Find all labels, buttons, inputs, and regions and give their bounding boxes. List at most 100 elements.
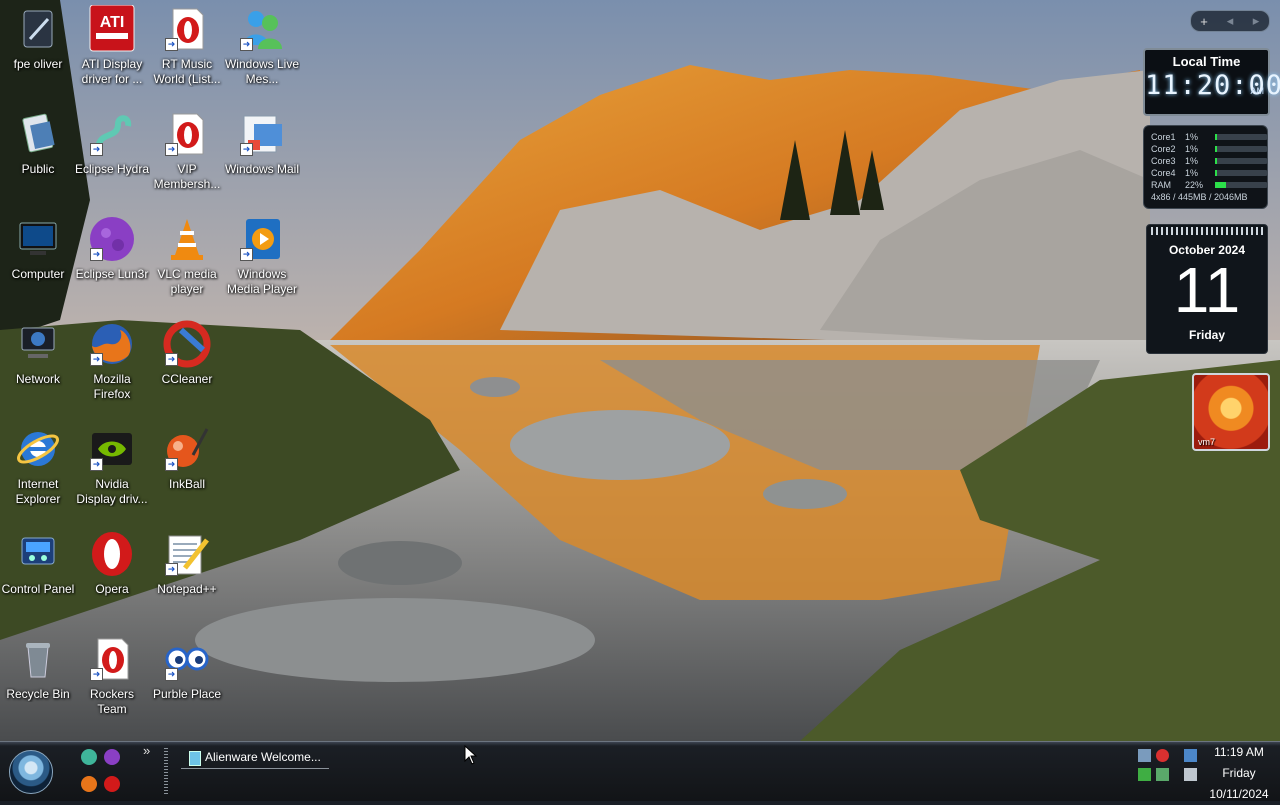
add-gadget-button[interactable]: + — [1194, 14, 1214, 29]
cpu-row-core2: Core2 1% — [1151, 144, 1267, 155]
taskbar-window-button[interactable]: Alienware Welcome... — [181, 745, 329, 769]
desktop-icon-ccleaner[interactable]: ➜ CCleaner — [149, 320, 225, 387]
desktop-icon-purble-place[interactable]: ➜ Purble Place — [149, 635, 225, 702]
taskbar-weekday: Friday — [1222, 766, 1256, 780]
desktop-icon-vlc-media-player[interactable]: VLC media player — [149, 215, 225, 297]
shortcut-arrow-icon: ➜ — [165, 458, 178, 471]
inkball-icon: ➜ — [163, 425, 211, 473]
cpu-row-percent: 1% — [1185, 144, 1199, 154]
desktop-icon-vip-membership[interactable]: ➜ VIP Membersh... — [149, 110, 225, 192]
slideshow-gadget[interactable]: vm7 — [1192, 373, 1270, 451]
update-tray-icon[interactable] — [1138, 768, 1151, 781]
desktop-icon-label: Control Panel — [1, 582, 75, 596]
cpu-row-bar-fill — [1215, 134, 1218, 140]
desktop-icon-public[interactable]: Public — [0, 110, 76, 177]
desktop-icon-label: Computer — [11, 267, 65, 281]
desktop-icon-inkball[interactable]: ➜ InkBall — [149, 425, 225, 492]
opera-icon — [88, 530, 136, 578]
clock-gadget-title: Local Time — [1172, 54, 1241, 69]
cpu-row-name: Core1 — [1151, 132, 1176, 142]
desktop-icon-label: Recycle Bin — [6, 687, 70, 701]
svg-text:ATI: ATI — [100, 14, 125, 31]
computer-icon — [14, 215, 62, 263]
desktop-icon-label: Public — [21, 162, 55, 176]
shortcut-arrow-icon: ➜ — [240, 143, 253, 156]
desktop-icon-windows-media-player[interactable]: ➜ Windows Media Player — [224, 215, 300, 297]
desktop-icon-mozilla-firefox[interactable]: ➜ Mozilla Firefox — [74, 320, 150, 402]
display-tray-icon[interactable] — [1184, 749, 1197, 762]
opera-shortcut-icon: ➜ — [163, 5, 211, 53]
desktop-icon-label: Eclipse Hydra — [74, 162, 150, 176]
nvidia-icon: ➜ — [88, 425, 136, 473]
cpu-row-bar-fill — [1215, 170, 1218, 176]
desktop-icon-rt-music-world[interactable]: ➜ RT Music World (List... — [149, 5, 225, 87]
desktop-icon-ati-display-driver[interactable]: ATI ATI Display driver for ... — [74, 4, 150, 87]
cpu-meter-gadget[interactable]: Core1 1% Core2 1% Core3 1% Core4 1% RAM … — [1143, 125, 1268, 209]
desktop-icon-computer[interactable]: Computer — [0, 215, 76, 282]
security-alert-tray-icon[interactable] — [1156, 749, 1169, 762]
cpu-row-percent: 1% — [1185, 156, 1199, 166]
desktop-icon-label: CCleaner — [161, 372, 213, 386]
desktop-icon-label: Internet Explorer — [15, 477, 61, 506]
taskbar-clock[interactable]: 11:19 AM Friday 10/11/2024 — [1202, 742, 1276, 801]
network-status-tray-icon[interactable] — [1156, 768, 1169, 781]
cpu-row-bar — [1215, 158, 1267, 164]
taskbar-time: 11:19 AM — [1214, 745, 1264, 759]
desktop-icon-nvidia-display-driver[interactable]: ➜ Nvidia Display driv... — [74, 425, 150, 507]
system-tray — [1134, 744, 1202, 796]
quick-launch-overflow-button[interactable]: » — [143, 743, 150, 758]
previous-page-button[interactable]: ◂ — [1220, 13, 1240, 29]
desktop-icon-internet-explorer[interactable]: Internet Explorer — [0, 425, 76, 507]
cpu-row-ram: RAM 22% — [1151, 180, 1267, 191]
slideshow-caption: vm7 — [1198, 437, 1216, 447]
volume-muted-icon[interactable] — [1184, 768, 1197, 781]
network-tray-icon[interactable] — [1138, 749, 1151, 762]
cpu-row-bar — [1215, 182, 1267, 188]
calendar-gadget[interactable]: October 2024 11 Friday — [1146, 224, 1268, 354]
shortcut-arrow-icon: ➜ — [165, 563, 178, 576]
eclipse-lun3r-icon: ➜ — [88, 215, 136, 263]
purble-place-icon: ➜ — [163, 635, 211, 683]
eclipse-lun3r-quick-launch-icon[interactable] — [104, 749, 120, 765]
desktop-icon-label: Nvidia Display driv... — [76, 477, 148, 506]
desktop-icon-control-panel[interactable]: Control Panel — [0, 530, 76, 597]
clock-gadget[interactable]: Local Time 11:20:00 AM — [1143, 48, 1280, 116]
desktop-icon-rockers-team[interactable]: ➜ Rockers Team — [74, 635, 150, 717]
desktop-icon-label: Windows Media Player — [226, 267, 298, 296]
calendar-binding-rings — [1151, 227, 1263, 235]
cpu-row-bar-fill — [1215, 158, 1218, 164]
opera-quick-launch-icon[interactable] — [104, 776, 120, 792]
shortcut-arrow-icon: ➜ — [165, 668, 178, 681]
desktop-icon-fpe-oliver[interactable]: fpe oliver — [0, 5, 76, 72]
cpu-row-percent: 1% — [1185, 168, 1199, 178]
desktop-icon-windows-live-messenger[interactable]: ➜ Windows Live Mes... — [224, 5, 300, 87]
desktop-icon-label: VLC media player — [157, 267, 217, 296]
desktop-icon-eclipse-lun3r[interactable]: ➜ Eclipse Lun3r — [74, 215, 150, 282]
cpu-row-bar — [1215, 170, 1267, 176]
desktop-icon-label: Network — [15, 372, 60, 386]
desktop-icon-label: Windows Live Mes... — [224, 57, 300, 86]
desktop-icon-recycle-bin[interactable]: Recycle Bin — [0, 635, 76, 702]
cpu-row-percent: 1% — [1185, 132, 1199, 142]
clock-gadget-ampm: AM — [1250, 86, 1265, 96]
cpu-row-bar-fill — [1215, 146, 1218, 152]
cpu-row-name: Core3 — [1151, 156, 1176, 166]
windows-live-messenger-icon: ➜ — [238, 5, 286, 53]
start-button[interactable] — [9, 750, 53, 794]
shortcut-arrow-icon: ➜ — [90, 353, 103, 366]
desktop-icon-windows-mail[interactable]: ➜ Windows Mail — [224, 110, 300, 177]
desktop-icon-label: Rockers Team — [89, 687, 134, 716]
desktop-icon-opera[interactable]: Opera — [74, 530, 150, 597]
calendar-day: 11 — [1173, 254, 1241, 326]
desktop-icon-network[interactable]: Network — [0, 320, 76, 387]
windows-mail-icon: ➜ — [238, 110, 286, 158]
cpu-row-name: Core2 — [1151, 144, 1176, 154]
eclipse-hydra-quick-launch-icon[interactable] — [81, 749, 97, 765]
taskbar-grip[interactable] — [164, 748, 168, 794]
windows-media-player-icon: ➜ — [238, 215, 286, 263]
desktop-icon-notepad-plus-plus[interactable]: ➜ Notepad++ — [149, 530, 225, 597]
firefox-quick-launch-icon[interactable] — [81, 776, 97, 792]
opera-shortcut-icon: ➜ — [88, 635, 136, 683]
desktop-icon-eclipse-hydra[interactable]: ➜ Eclipse Hydra — [74, 110, 150, 177]
next-page-button[interactable]: ▸ — [1246, 13, 1266, 29]
